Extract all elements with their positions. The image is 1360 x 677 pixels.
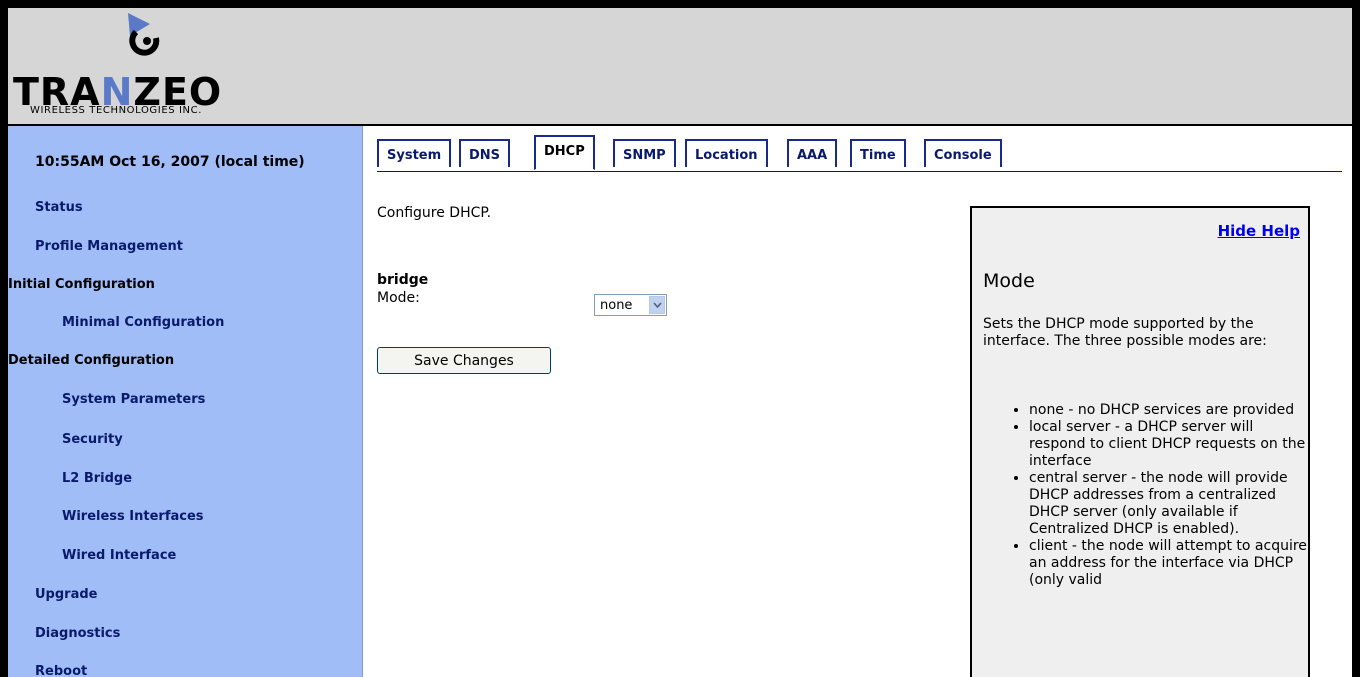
page-description: Configure DHCP. bbox=[377, 205, 492, 221]
mode-select-value: none bbox=[600, 298, 633, 313]
tab-bar: System DNS DHCP SNMP Location AAA Time C… bbox=[377, 135, 1342, 172]
help-description: Sets the DHCP mode supported by the inte… bbox=[983, 316, 1267, 349]
sidebar-item-security[interactable]: Security bbox=[62, 432, 123, 447]
sidebar-item-initial-configuration[interactable]: Initial Configuration bbox=[8, 277, 155, 292]
sidebar-item-profile-management[interactable]: Profile Management bbox=[35, 239, 183, 254]
help-mode-list: none - no DHCP services are provided loc… bbox=[983, 402, 1307, 589]
sidebar-item-upgrade[interactable]: Upgrade bbox=[35, 587, 97, 602]
sidebar-item-status[interactable]: Status bbox=[35, 200, 83, 215]
help-panel: Hide Help Mode Sets the DHCP mode suppor… bbox=[970, 206, 1310, 677]
sidebar-item-wired-interface[interactable]: Wired Interface bbox=[62, 548, 176, 563]
tab-console[interactable]: Console bbox=[924, 139, 1002, 167]
help-list-item: none - no DHCP services are provided bbox=[1029, 402, 1307, 419]
help-list-item: local server - a DHCP server will respon… bbox=[1029, 419, 1307, 470]
sidebar-item-l2-bridge[interactable]: L2 Bridge bbox=[62, 471, 132, 486]
save-changes-button[interactable]: Save Changes bbox=[377, 347, 551, 374]
tab-system[interactable]: System bbox=[377, 139, 452, 167]
sidebar-item-wireless-interfaces[interactable]: Wireless Interfaces bbox=[62, 509, 204, 524]
help-title: Mode bbox=[983, 270, 1035, 292]
sidebar-item-system-parameters[interactable]: System Parameters bbox=[62, 392, 205, 407]
sidebar-item-reboot[interactable]: Reboot bbox=[35, 664, 87, 677]
tranzeo-logo: TRANZEO WIRELESS TECHNOLOGIES INC. bbox=[8, 8, 298, 124]
browser-frame: TRANZEO WIRELESS TECHNOLOGIES INC. 10:55… bbox=[8, 8, 1352, 677]
tab-snmp[interactable]: SNMP bbox=[613, 139, 676, 167]
tab-dns[interactable]: DNS bbox=[459, 139, 511, 167]
sidebar: 10:55AM Oct 16, 2007 (local time) Status… bbox=[8, 126, 363, 677]
sidebar-item-detailed-configuration[interactable]: Detailed Configuration bbox=[8, 353, 174, 368]
tab-location[interactable]: Location bbox=[685, 139, 768, 167]
hide-help-link[interactable]: Hide Help bbox=[1218, 222, 1300, 240]
sidebar-item-minimal-configuration[interactable]: Minimal Configuration bbox=[62, 315, 224, 330]
header-banner: TRANZEO WIRELESS TECHNOLOGIES INC. bbox=[8, 8, 1352, 126]
help-list-item: client - the node will attempt to acquir… bbox=[1029, 538, 1307, 589]
tab-time[interactable]: Time bbox=[850, 139, 906, 167]
sidebar-item-diagnostics[interactable]: Diagnostics bbox=[35, 626, 120, 641]
interface-name: bridge bbox=[377, 272, 429, 288]
tab-dhcp[interactable]: DHCP bbox=[534, 135, 595, 170]
logo-subtitle: WIRELESS TECHNOLOGIES INC. bbox=[30, 105, 202, 116]
local-time: 10:55AM Oct 16, 2007 (local time) bbox=[35, 154, 305, 170]
tab-aaa[interactable]: AAA bbox=[787, 139, 838, 167]
help-list-item: central server - the node will provide D… bbox=[1029, 470, 1307, 538]
mode-label: Mode: bbox=[377, 290, 420, 306]
chevron-down-icon[interactable] bbox=[649, 296, 665, 314]
mode-select[interactable]: none bbox=[594, 294, 667, 316]
